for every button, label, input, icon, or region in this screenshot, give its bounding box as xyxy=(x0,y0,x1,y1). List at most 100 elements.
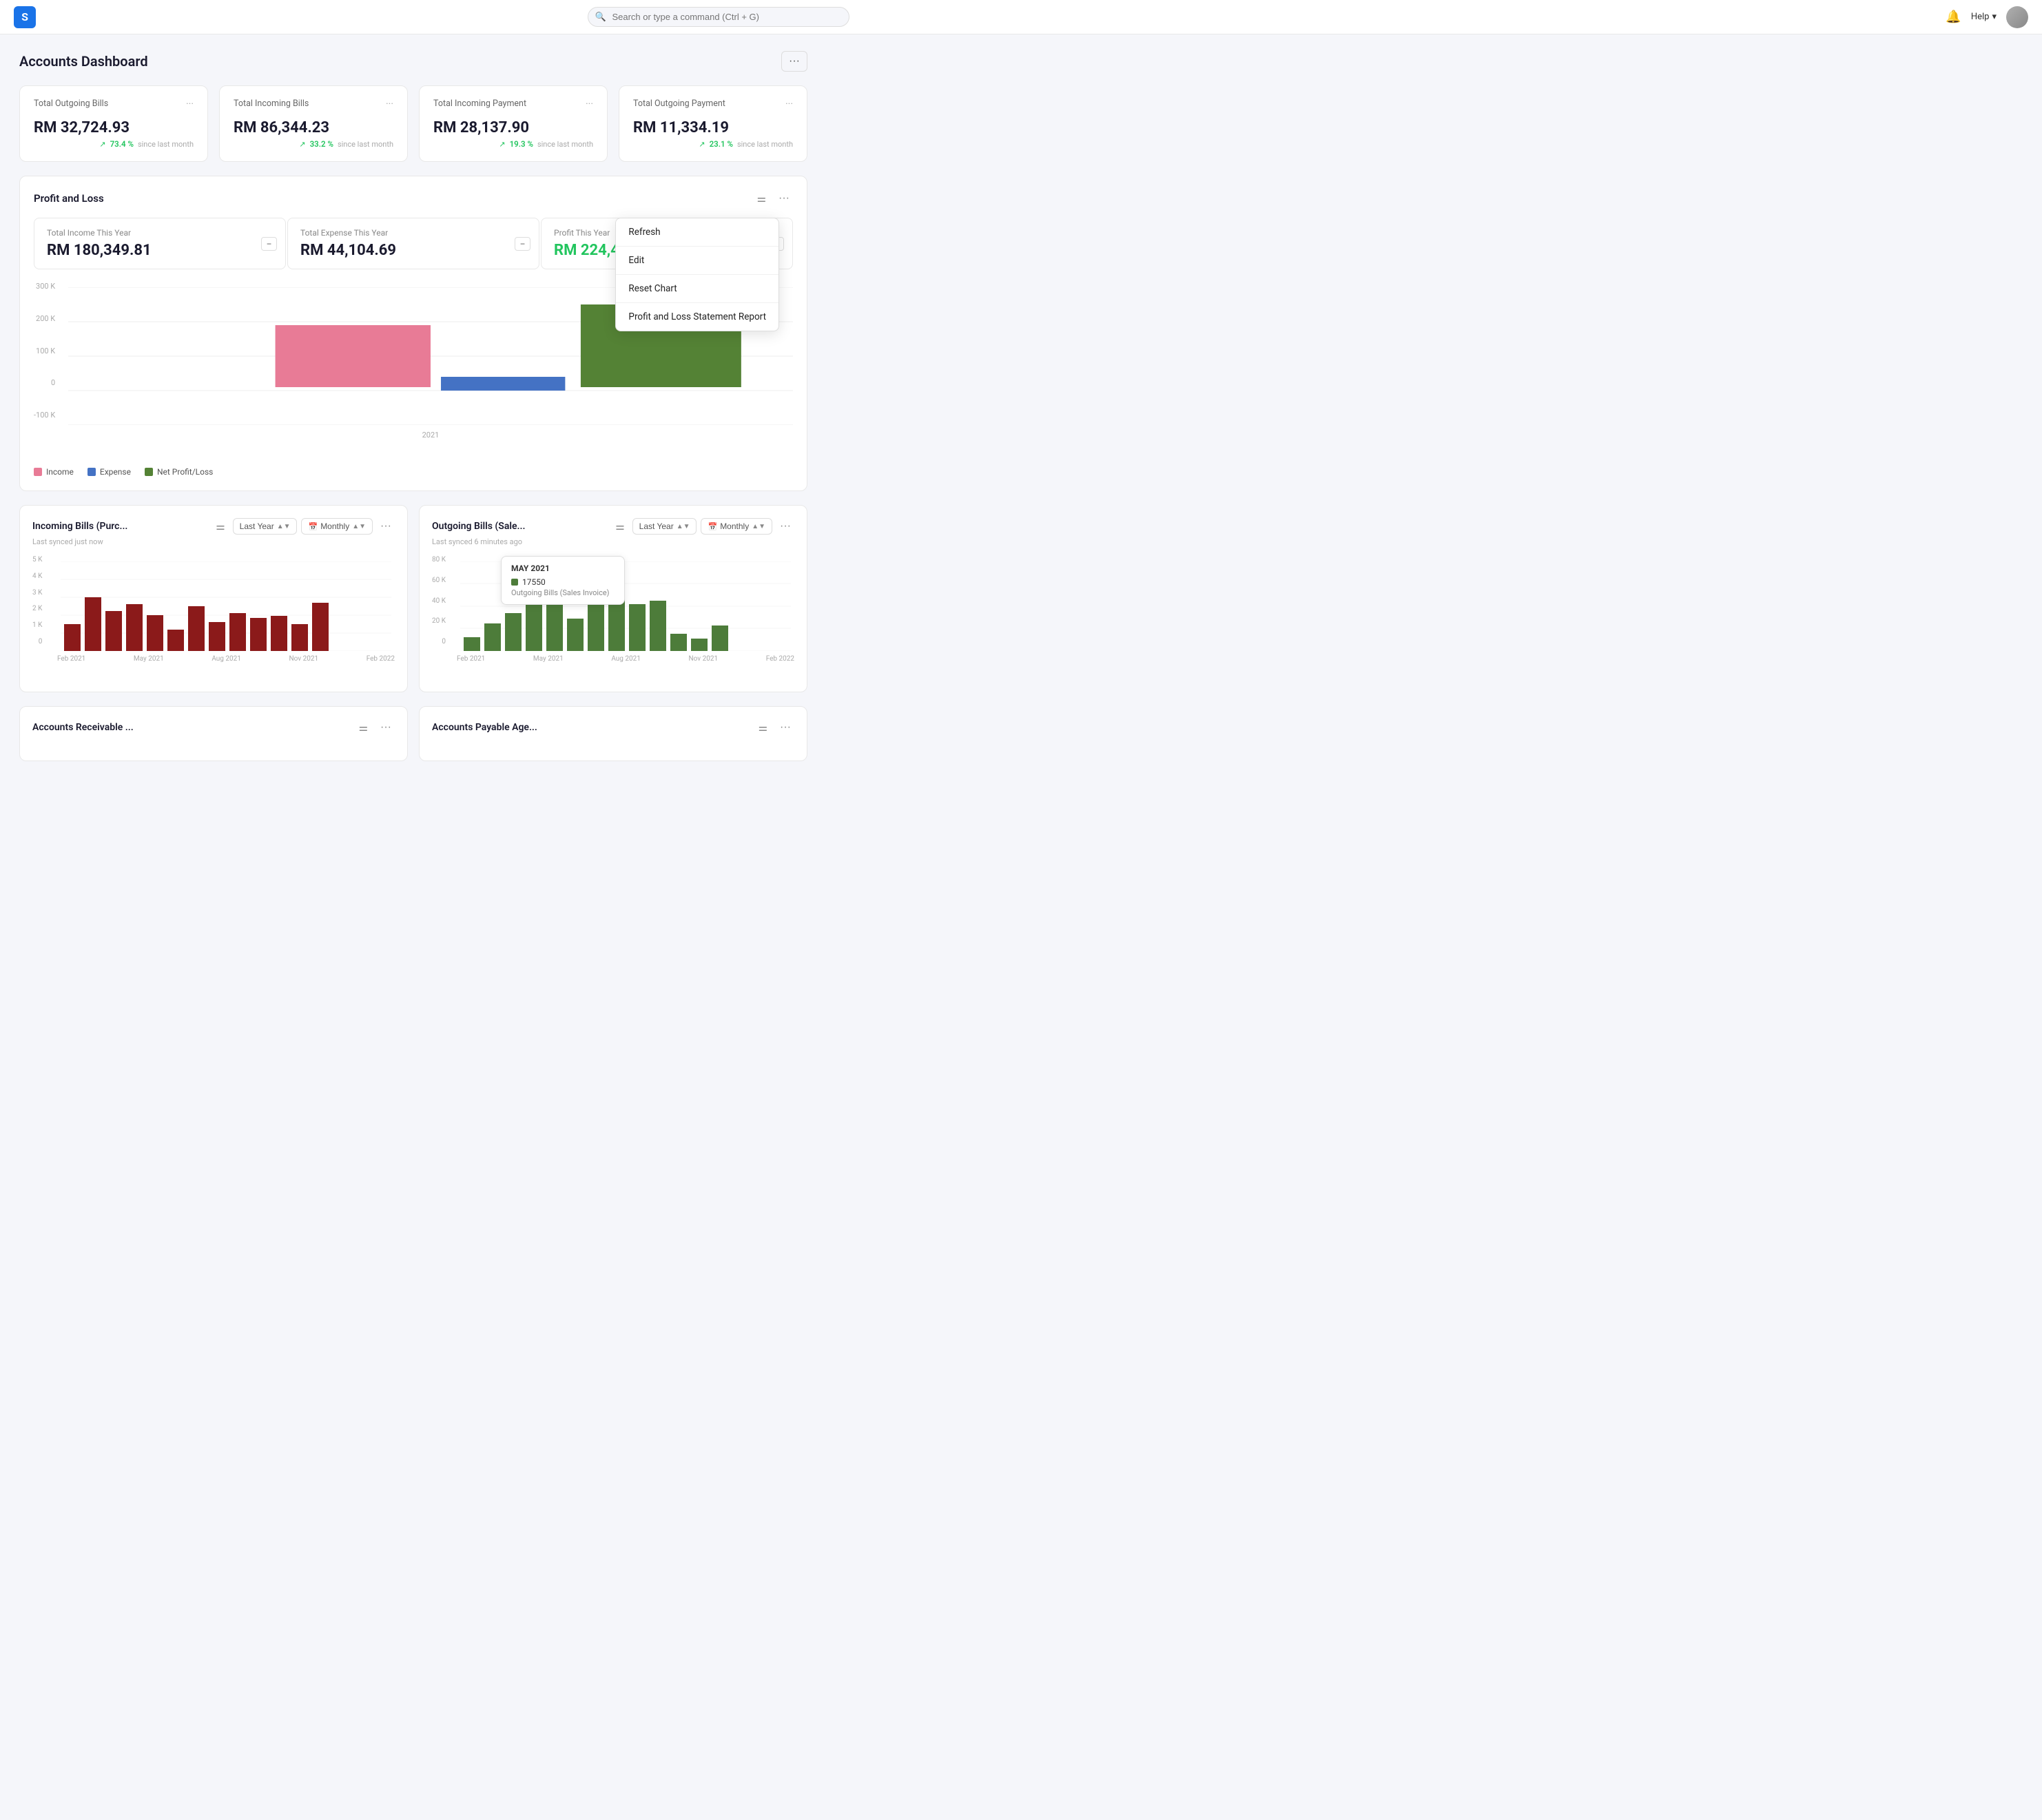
chevron-down-icon: ▾ xyxy=(1992,12,1997,22)
in-y-5k: 5 K xyxy=(32,556,42,563)
out-y-80k: 80 K xyxy=(432,556,446,563)
incoming-bills-filter-button[interactable]: ⚌ xyxy=(212,518,228,535)
page-more-button[interactable]: ··· xyxy=(781,51,807,72)
chart-year-label: 2021 xyxy=(68,431,793,440)
search-bar[interactable]: 🔍 xyxy=(588,7,849,27)
incoming-bills-chart xyxy=(57,561,395,651)
page-title: Accounts Dashboard xyxy=(19,53,148,70)
accounts-receivable-more-button[interactable]: ··· xyxy=(377,719,395,736)
y-axis-300k: 300 K xyxy=(36,282,55,291)
outgoing-bills-frequency-dropdown[interactable]: 📅 Monthly ▲▼ xyxy=(701,518,772,535)
kpi-pct: 33.2 % xyxy=(310,139,333,149)
in-y-4k: 4 K xyxy=(32,572,42,580)
outgoing-bills-panel: Outgoing Bills (Sale... ⚌ Last Year ▲▼ 📅… xyxy=(419,505,807,692)
outgoing-bills-chart xyxy=(457,561,794,651)
kpi-since: since last month xyxy=(338,140,393,149)
help-button[interactable]: Help ▾ xyxy=(1971,12,1997,22)
calendar-icon: 📅 xyxy=(308,522,318,531)
out-x-nov2021: Nov 2021 xyxy=(689,655,719,663)
topnav-right: 🔔 Help ▾ xyxy=(1946,6,2028,28)
incoming-bills-period-dropdown[interactable]: Last Year ▲▼ xyxy=(233,518,298,535)
profit-loss-legend: Income Expense Net Profit/Loss xyxy=(34,467,793,477)
kpi-card-title: Total Incoming Payment xyxy=(433,99,526,109)
in-y-0: 0 xyxy=(39,638,43,645)
dropdown-menu-item[interactable]: Edit xyxy=(616,247,778,275)
period-caret-icon: ▲▼ xyxy=(277,523,291,530)
kpi-card-more-button[interactable]: ··· xyxy=(186,99,194,110)
accounts-receivable-title: Accounts Receivable ... xyxy=(32,722,134,733)
in-x-feb2022: Feb 2022 xyxy=(367,655,395,663)
accounts-receivable-filter-button[interactable]: ⚌ xyxy=(355,719,371,736)
kpi-card-value: RM 86,344.23 xyxy=(234,119,393,136)
in-y-2k: 2 K xyxy=(32,605,42,612)
out-y-40k: 40 K xyxy=(432,597,446,605)
accounts-payable-more-button[interactable]: ··· xyxy=(776,719,794,736)
pl-summary-item-0: Total Income This Year RM 180,349.81 − xyxy=(34,218,286,269)
incoming-bills-panel: Incoming Bills (Purc... ⚌ Last Year ▲▼ 📅… xyxy=(19,505,408,692)
kpi-pct: 23.1 % xyxy=(710,139,733,149)
pl-collapse-button[interactable]: − xyxy=(261,237,277,251)
kpi-card-total-incoming-payment: Total Incoming Payment ··· RM 28,137.90 … xyxy=(419,85,608,162)
app-logo: S xyxy=(14,6,36,28)
y-axis-100k: 100 K xyxy=(36,347,55,355)
legend-label: Expense xyxy=(100,467,131,477)
out-y-60k: 60 K xyxy=(432,577,446,584)
dropdown-menu-item[interactable]: Profit and Loss Statement Report xyxy=(616,303,778,331)
kpi-card-more-button[interactable]: ··· xyxy=(386,99,393,110)
in-y-1k: 1 K xyxy=(32,621,42,629)
kpi-card-title: Total Outgoing Bills xyxy=(34,99,108,109)
out-y-0: 0 xyxy=(442,638,446,645)
kpi-card-total-outgoing-payment: Total Outgoing Payment ··· RM 11,334.19 … xyxy=(619,85,807,162)
out-calendar-icon: 📅 xyxy=(708,522,717,531)
pl-collapse-button[interactable]: − xyxy=(515,237,530,251)
user-avatar[interactable] xyxy=(2006,6,2028,28)
kpi-arrow-icon: ↗ xyxy=(699,140,705,149)
in-x-feb2021: Feb 2021 xyxy=(57,655,85,663)
y-axis-0: 0 xyxy=(51,378,55,387)
main-content: Accounts Dashboard ··· Total Outgoing Bi… xyxy=(0,34,827,778)
accounts-payable-filter-button[interactable]: ⚌ xyxy=(755,719,771,736)
outgoing-bills-more-button[interactable]: ··· xyxy=(776,518,794,535)
kpi-card-header: Total Outgoing Payment ··· xyxy=(633,99,793,110)
incoming-bills-title: Incoming Bills (Purc... xyxy=(32,521,127,532)
in-x-may2021: May 2021 xyxy=(134,655,164,663)
panels-row: Incoming Bills (Purc... ⚌ Last Year ▲▼ 📅… xyxy=(19,505,807,692)
y-axis-neg100k: -100 K xyxy=(34,411,55,420)
kpi-card-header: Total Outgoing Bills ··· xyxy=(34,99,194,110)
kpi-card-value: RM 32,724.93 xyxy=(34,119,194,136)
kpi-card-header: Total Incoming Payment ··· xyxy=(433,99,593,110)
y-axis-200k: 200 K xyxy=(36,314,55,323)
kpi-card-more-button[interactable]: ··· xyxy=(586,99,593,110)
kpi-since: since last month xyxy=(138,140,194,149)
page-header: Accounts Dashboard ··· xyxy=(19,51,807,72)
profit-loss-filter-button[interactable]: ⚌ xyxy=(754,190,770,207)
in-x-nov2021: Nov 2021 xyxy=(289,655,319,663)
incoming-bills-frequency-dropdown[interactable]: 📅 Monthly ▲▼ xyxy=(301,518,373,535)
dropdown-menu-item[interactable]: Refresh xyxy=(616,218,778,247)
pl-summary-value: RM 44,104.69 xyxy=(300,242,526,259)
profit-loss-panel: Profit and Loss ⚌ ··· Total Income This … xyxy=(19,176,807,491)
in-x-aug2021: Aug 2021 xyxy=(212,655,241,663)
out-period-caret-icon: ▲▼ xyxy=(677,523,690,530)
topnav: S 🔍 🔔 Help ▾ xyxy=(0,0,2042,34)
kpi-card-title: Total Incoming Bills xyxy=(234,99,309,109)
incoming-bills-more-button[interactable]: ··· xyxy=(377,518,395,535)
profit-loss-more-button[interactable]: ··· xyxy=(775,190,793,207)
notification-bell-icon[interactable]: 🔔 xyxy=(1946,10,1961,24)
profit-loss-dropdown-menu: RefreshEditReset ChartProfit and Loss St… xyxy=(615,218,779,331)
kpi-card-more-button[interactable]: ··· xyxy=(785,99,793,110)
kpi-card-total-outgoing-bills: Total Outgoing Bills ··· RM 32,724.93 ↗ … xyxy=(19,85,208,162)
profit-loss-actions: ⚌ ··· xyxy=(754,190,793,207)
outgoing-bills-period-dropdown[interactable]: Last Year ▲▼ xyxy=(632,518,697,535)
out-x-feb2021: Feb 2021 xyxy=(457,655,485,663)
legend-item: Income xyxy=(34,467,74,477)
expense-bar xyxy=(441,377,565,391)
accounts-receivable-panel: Accounts Receivable ... ⚌ ··· xyxy=(19,706,408,761)
incoming-bills-header: Incoming Bills (Purc... ⚌ Last Year ▲▼ 📅… xyxy=(32,518,395,535)
search-input[interactable] xyxy=(588,7,849,27)
dropdown-menu-item[interactable]: Reset Chart xyxy=(616,275,778,303)
kpi-card-value: RM 11,334.19 xyxy=(633,119,793,136)
out-x-feb2022: Feb 2022 xyxy=(766,655,794,663)
outgoing-bills-filter-button[interactable]: ⚌ xyxy=(612,518,628,535)
incoming-bills-subtitle: Last synced just now xyxy=(32,537,395,546)
